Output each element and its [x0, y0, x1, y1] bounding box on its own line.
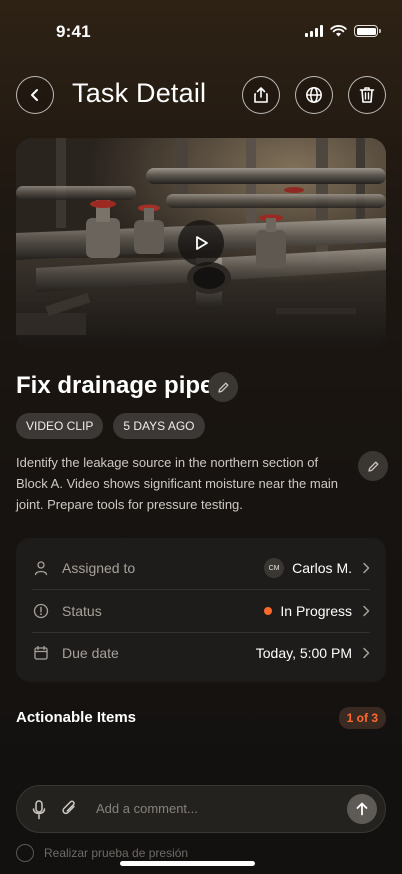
pencil-icon — [367, 461, 378, 472]
video-thumbnail[interactable] — [16, 138, 386, 348]
comment-bar: Add a comment... — [16, 785, 386, 833]
play-button[interactable] — [178, 220, 224, 266]
status-bar: 9:41 — [0, 0, 402, 54]
assignee-name: Carlos M. — [292, 560, 352, 576]
avatar: CM — [264, 558, 285, 578]
age-chip: 5 DAYS AGO — [113, 413, 205, 439]
arrow-up-icon — [356, 802, 368, 816]
edit-title-button[interactable] — [208, 372, 238, 402]
assigned-row[interactable]: Assigned to CM Carlos M. — [32, 547, 370, 590]
home-indicator — [120, 861, 255, 866]
status-value: In Progress — [280, 603, 352, 619]
edit-description-button[interactable] — [358, 451, 388, 481]
person-icon — [34, 561, 48, 576]
due-label: Due date — [62, 645, 119, 661]
assigned-label: Assigned to — [62, 560, 136, 576]
trash-icon — [359, 87, 375, 103]
calendar-icon — [34, 645, 48, 660]
chevron-left-icon — [31, 89, 38, 101]
chevron-right-icon — [363, 605, 370, 617]
header: Task Detail — [16, 74, 386, 116]
checkbox-icon[interactable] — [16, 844, 34, 862]
details-card: Assigned to CM Carlos M. Status In Progr… — [16, 538, 386, 682]
task-title: Fix drainage pipe — [16, 372, 214, 399]
chevron-right-icon — [363, 647, 370, 659]
actionable-count-badge: 1 of 3 — [338, 707, 386, 729]
delete-button[interactable] — [348, 76, 386, 114]
globe-icon — [306, 87, 322, 103]
alert-circle-icon — [33, 603, 49, 619]
back-button[interactable] — [16, 76, 54, 114]
play-icon — [196, 236, 208, 250]
page-title: Task Detail — [72, 78, 207, 108]
due-date-row[interactable]: Due date Today, 5:00 PM — [32, 632, 370, 674]
due-value: Today, 5:00 PM — [255, 645, 352, 661]
share-button[interactable] — [242, 76, 280, 114]
comment-input[interactable]: Add a comment... — [96, 801, 198, 816]
microphone-icon[interactable] — [31, 800, 47, 820]
status-label: Status — [62, 603, 102, 619]
task-description: Identify the leakage source in the north… — [16, 455, 339, 512]
battery-icon — [354, 25, 381, 37]
status-time: 9:41 — [56, 22, 91, 41]
translate-button[interactable] — [295, 76, 333, 114]
status-icons — [305, 25, 381, 37]
status-dot — [264, 607, 273, 615]
actionable-items-title: Actionable Items — [16, 709, 137, 726]
send-button[interactable] — [347, 794, 377, 824]
chevron-right-icon — [363, 562, 370, 574]
share-icon — [254, 87, 268, 103]
paperclip-icon[interactable] — [61, 799, 79, 819]
media-type-chip: VIDEO CLIP — [16, 413, 104, 439]
pencil-icon — [217, 382, 228, 393]
signal-icon — [305, 25, 323, 37]
status-row[interactable]: Status In Progress — [32, 590, 370, 633]
wifi-icon — [330, 25, 347, 37]
list-item-label: Realizar prueba de presión — [44, 846, 189, 860]
task-chips: VIDEO CLIP 5 DAYS AGO — [16, 413, 205, 439]
